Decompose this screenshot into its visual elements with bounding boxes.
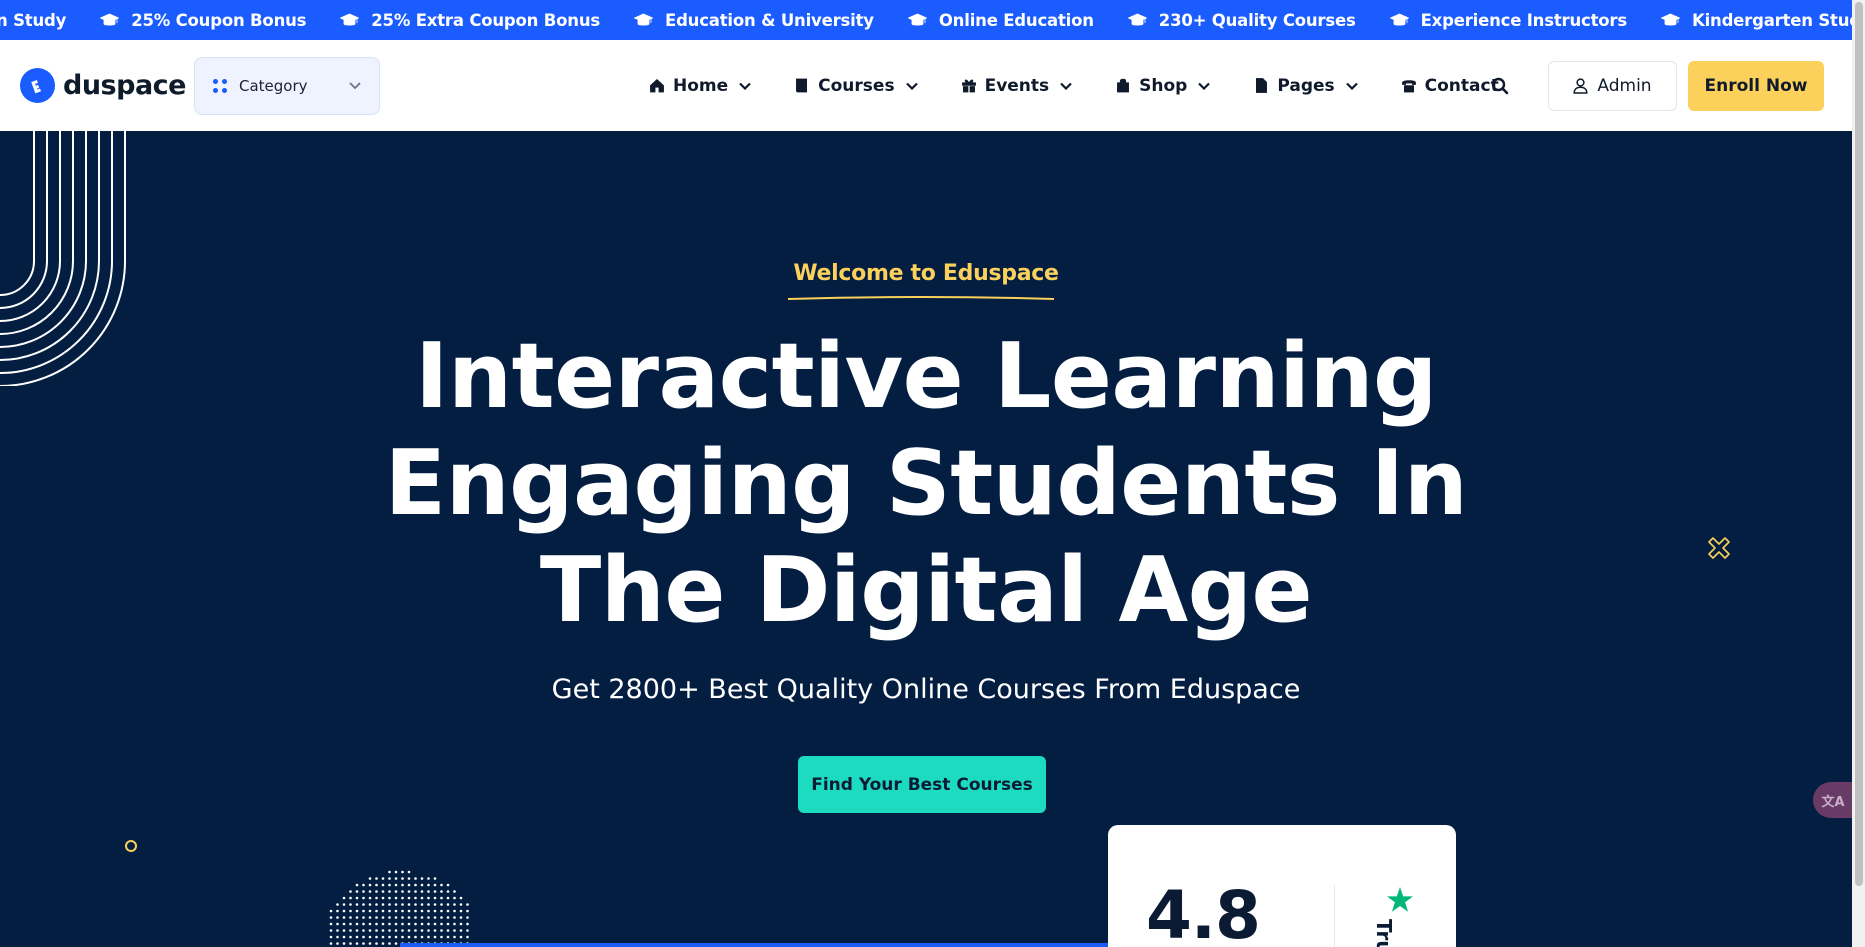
ticker-item-label: Experience Instructors [1420, 10, 1628, 30]
search-icon[interactable] [1490, 76, 1510, 96]
hero-subheadline: Get 2800+ Best Quality Online Courses Fr… [551, 674, 1301, 705]
translate-button[interactable]: 文A [1813, 782, 1853, 818]
nav-item-label: Contact [1424, 75, 1499, 96]
file-icon [1256, 78, 1268, 93]
logo-mark-icon [20, 68, 55, 103]
cross-decoration-icon [1708, 537, 1730, 559]
ticker-item-label: Online Education [938, 10, 1094, 30]
bag-icon [1117, 78, 1130, 93]
site-logo[interactable]: duspace [20, 68, 186, 103]
ticker-item: 230+ Quality Courses [1127, 10, 1356, 30]
nav-item-pages[interactable]: Pages [1252, 75, 1358, 96]
enroll-now-button[interactable]: Enroll Now [1688, 61, 1824, 111]
ticker-item-label: n Study [0, 10, 67, 30]
announcement-ticker: n Study 25% Coupon Bonus 25% Extra Coupon … [0, 0, 1852, 40]
site-header: duspace Category Home Courses Events Shop Pa… [0, 40, 1852, 131]
gift-icon [961, 79, 976, 93]
ticker-item: Education & University [634, 11, 874, 30]
find-courses-button[interactable]: Find Your Best Courses [798, 756, 1046, 813]
phone-icon [1401, 80, 1416, 93]
user-icon [1573, 78, 1588, 94]
tagline-underline [787, 296, 1055, 300]
nav-item-events[interactable]: Events [960, 76, 1073, 96]
nav-item-home[interactable]: Home [648, 76, 751, 96]
headline-line: Interactive Learning [415, 324, 1437, 429]
ticker-item: Kindergarten Study [1660, 10, 1852, 30]
category-label: Category [239, 77, 308, 95]
admin-button[interactable]: Admin [1548, 61, 1677, 111]
graduation-cap-icon [907, 13, 927, 26]
graduation-cap-icon [1127, 13, 1147, 26]
welcome-tagline: Welcome to Eduspace [793, 261, 1059, 286]
star-icon [1387, 887, 1413, 912]
book-icon [796, 78, 808, 93]
scrollbar-thumb[interactable] [1855, 2, 1863, 886]
ticker-item-label: Education & University [665, 10, 874, 30]
ticker-item-label: 25% Extra Coupon Bonus [371, 10, 600, 30]
ticker-item-label: 25% Coupon Bonus [131, 10, 307, 30]
ticker-item: Online Education [907, 10, 1094, 30]
nav-item-contact[interactable]: Contact [1400, 76, 1499, 96]
home-icon [650, 78, 664, 93]
hero-bottom-line [400, 943, 1110, 947]
rating-card: 4.8 Tru [1108, 825, 1456, 947]
ticker-item: n Study [0, 11, 66, 30]
nav-item-label: Courses [818, 75, 895, 96]
ticker-track: n Study 25% Coupon Bonus 25% Extra Coupon … [0, 0, 1852, 40]
ticker-item-label: Kindergarten Study [1691, 10, 1852, 30]
chevron-down-icon [739, 82, 751, 90]
nav-item-label: Shop [1139, 75, 1188, 96]
hero-headline: Interactive Learning Engaging Students In… [0, 323, 1852, 644]
dot-pattern-decoration [329, 870, 469, 945]
rating-brand-label: Tru [1372, 919, 1396, 947]
nav-item-shop[interactable]: Shop [1114, 75, 1211, 96]
chevron-down-icon [1345, 82, 1358, 90]
graduation-cap-icon [1389, 13, 1409, 26]
graduation-cap-icon [634, 13, 653, 26]
chevron-down-icon [1060, 82, 1072, 90]
ticker-item: Experience Instructors [1389, 10, 1628, 30]
admin-label: Admin [1597, 76, 1652, 96]
hero-section: Welcome to Eduspace Interactive Learning… [0, 131, 1852, 947]
rating-value: 4.8 [1146, 877, 1261, 947]
nav-item-label: Home [673, 75, 729, 96]
graduation-cap-icon [1660, 13, 1680, 26]
grid-icon [213, 79, 227, 93]
ticker-item: 25% Extra Coupon Bonus [340, 11, 600, 30]
ticker-item: 25% Coupon Bonus [100, 11, 306, 30]
graduation-cap-icon [100, 13, 120, 26]
chevron-down-icon [1198, 82, 1211, 90]
nav-item-label: Pages [1277, 75, 1335, 96]
chevron-down-icon [349, 82, 361, 90]
headline-line: Engaging Students In [384, 431, 1468, 536]
nav-item-label: Events [984, 75, 1050, 96]
ring-decoration [125, 840, 137, 852]
ticker-item-label: 230+ Quality Courses [1158, 10, 1356, 30]
graduation-cap-icon [340, 13, 360, 26]
category-dropdown[interactable]: Category [194, 57, 380, 115]
nav-item-courses[interactable]: Courses [793, 75, 918, 96]
headline-line: The Digital Age [539, 538, 1313, 643]
main-nav: Home Courses Events Shop Pages Contact [648, 40, 1499, 131]
logo-text: duspace [63, 70, 186, 101]
rating-divider [1334, 885, 1335, 947]
chevron-down-icon [905, 82, 918, 90]
